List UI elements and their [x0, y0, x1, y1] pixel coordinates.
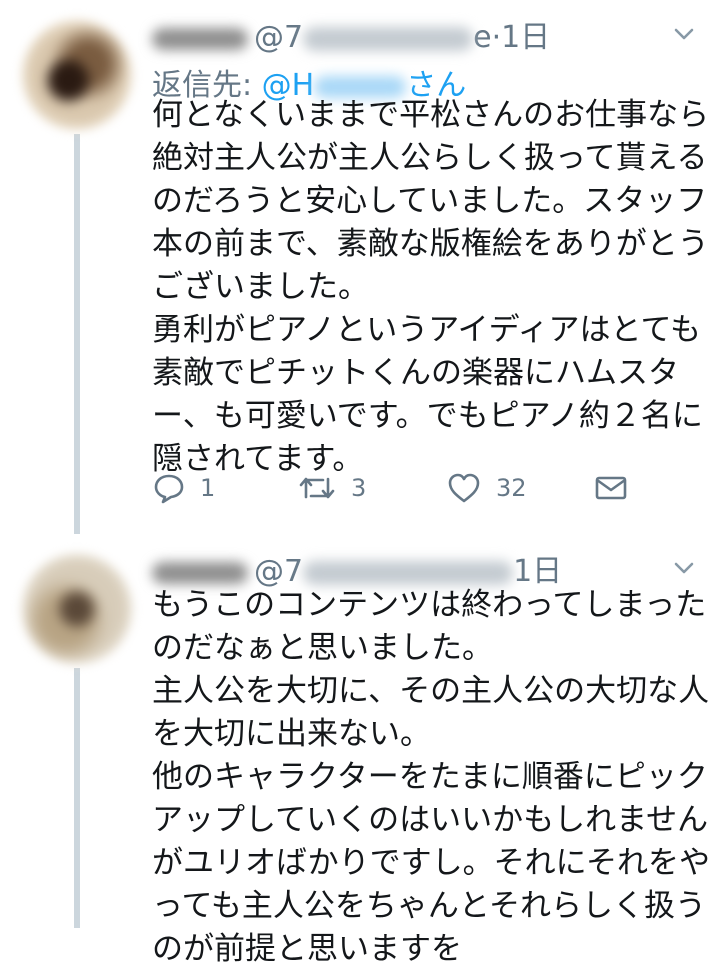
retweet-count: 3: [351, 474, 367, 502]
reply-count: 1: [200, 474, 216, 502]
tweet-header: @7 e·1日: [152, 12, 551, 55]
retweet-icon[interactable]: [297, 471, 337, 505]
handle-prefix[interactable]: @7: [254, 554, 303, 589]
dm-button[interactable]: [594, 466, 628, 510]
envelope-icon[interactable]: [594, 473, 628, 503]
reply-button[interactable]: 1: [152, 466, 215, 510]
like-button[interactable]: 32: [446, 466, 527, 510]
handle-redacted[interactable]: [303, 560, 514, 585]
retweet-button[interactable]: 3: [297, 466, 366, 510]
handle-redacted[interactable]: [303, 26, 474, 51]
handle-prefix[interactable]: @7: [254, 20, 303, 55]
display-name-redacted[interactable]: [152, 561, 248, 584]
avatar[interactable]: [22, 554, 132, 664]
chevron-down-icon[interactable]: [672, 556, 696, 580]
tweet-header: @7 1日: [152, 546, 562, 589]
display-name-redacted[interactable]: [152, 27, 248, 50]
timestamp[interactable]: ·1日: [492, 20, 551, 55]
chevron-down-icon[interactable]: [672, 22, 696, 46]
avatar[interactable]: [22, 20, 132, 130]
like-count: 32: [496, 474, 527, 502]
timestamp[interactable]: 1日: [513, 554, 562, 589]
tweet-actions: 1 3 32: [152, 466, 652, 510]
reply-handle-redacted[interactable]: [314, 75, 407, 98]
tweet-text: もうこのコンテンツは終わってしまった のだなぁと思いました。 主人公を大切に、そ…: [152, 590, 710, 969]
handle-suffix[interactable]: e: [473, 20, 491, 55]
tweet-2[interactable]: @7 1日 もうこのコンテンツは終わってしまった のだなぁと思いました。 主人公を…: [0, 530, 720, 969]
tweet-text: 何となくいままで平松さんのお仕事なら 絶対主人公が主人公らしく扱って貰える のだ…: [152, 100, 710, 479]
reply-icon[interactable]: [152, 471, 186, 505]
tweet-1[interactable]: @7 e·1日 返信先: @H さん 何となくいままで平松さんのお仕事なら 絶対主人…: [0, 0, 720, 530]
heart-icon[interactable]: [446, 471, 482, 505]
